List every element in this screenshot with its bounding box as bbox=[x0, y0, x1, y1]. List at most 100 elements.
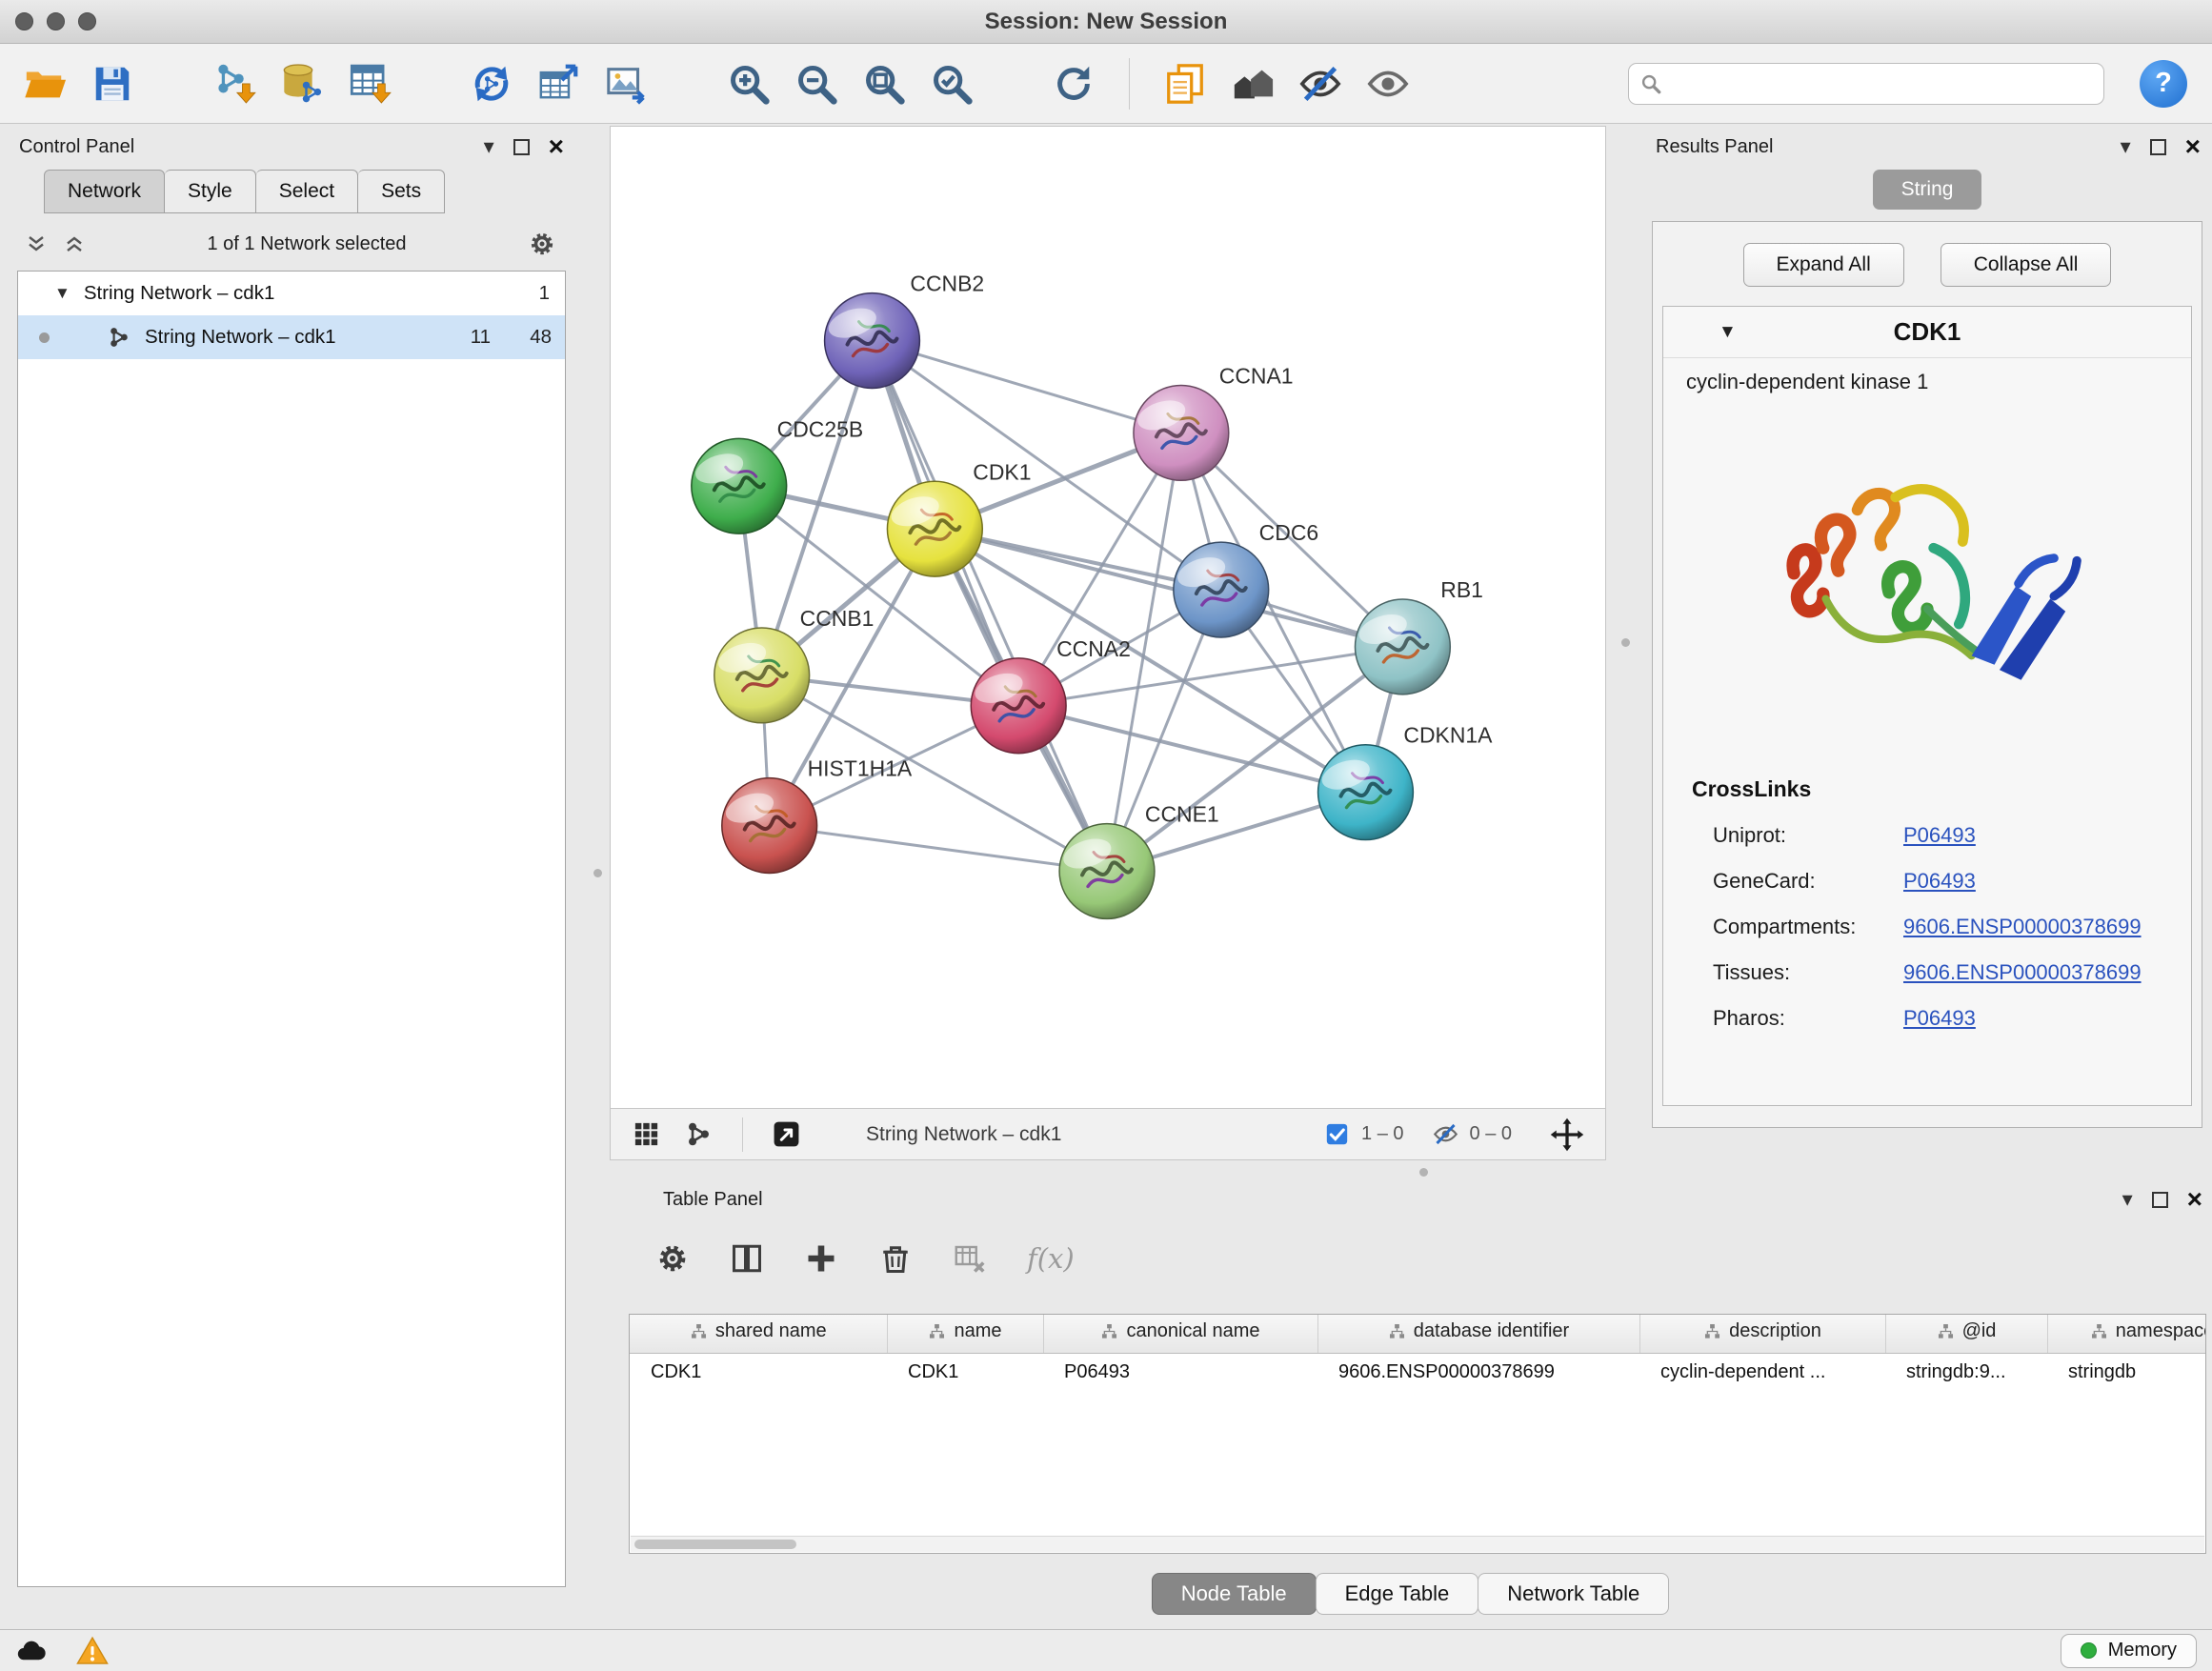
network-node-cdc6[interactable] bbox=[1174, 542, 1269, 637]
hide-selected-button[interactable] bbox=[1293, 52, 1348, 115]
horizontal-scrollbar[interactable] bbox=[631, 1536, 2204, 1552]
network-node-hist1h1a[interactable] bbox=[722, 778, 817, 874]
network-canvas[interactable]: CCNB2CCNA1CDC25BCDK1CDC6RB1CCNB1CCNA2CDK… bbox=[611, 127, 1605, 1108]
network-node-rb1[interactable] bbox=[1355, 599, 1450, 695]
left-splitter-handle[interactable] bbox=[593, 869, 602, 877]
delete-column-button[interactable] bbox=[878, 1241, 913, 1276]
network-node-ccnb1[interactable] bbox=[714, 628, 810, 723]
network-view-toolbar: String Network – cdk1 1 – 0 0 – 0 bbox=[610, 1109, 1606, 1160]
tree-expanded-icon[interactable]: ▼ bbox=[54, 284, 70, 303]
zoom-out-button[interactable] bbox=[789, 52, 844, 115]
panel-float-icon[interactable]: ▾ bbox=[2122, 1189, 2133, 1210]
right-splitter-handle[interactable] bbox=[1621, 638, 1630, 647]
tab-node-table[interactable]: Node Table bbox=[1152, 1573, 1317, 1615]
table-cell[interactable]: cyclin-dependent ... bbox=[1639, 1353, 1885, 1391]
table-cell[interactable]: stringdb bbox=[2047, 1353, 2206, 1391]
network-node-ccna1[interactable] bbox=[1134, 385, 1229, 480]
new-network-from-selection-button[interactable] bbox=[532, 52, 587, 115]
save-session-button[interactable] bbox=[85, 52, 140, 115]
panel-maximize-icon[interactable] bbox=[2150, 139, 2166, 155]
crosslink-link[interactable]: P06493 bbox=[1903, 1006, 1976, 1030]
collapse-all-icon[interactable] bbox=[25, 232, 48, 255]
zoom-in-button[interactable] bbox=[721, 52, 776, 115]
gear-icon[interactable] bbox=[528, 230, 556, 258]
network-node-cdc25b[interactable] bbox=[692, 438, 787, 534]
collapse-all-button[interactable]: Collapse All bbox=[1941, 243, 2112, 287]
zoom-selected-button[interactable] bbox=[924, 52, 979, 115]
scrollbar-thumb[interactable] bbox=[634, 1540, 796, 1549]
move-crosshair-icon[interactable] bbox=[1550, 1117, 1584, 1152]
create-column-button[interactable] bbox=[804, 1241, 838, 1276]
column-header--id[interactable]: @id bbox=[1885, 1315, 2047, 1353]
network-node-cdkn1a[interactable] bbox=[1318, 745, 1414, 840]
import-network-from-file-button[interactable] bbox=[207, 52, 262, 115]
table-cell[interactable]: 9606.ENSP00000378699 bbox=[1317, 1353, 1639, 1391]
horizontal-splitter-handle[interactable] bbox=[1419, 1168, 1428, 1177]
column-type-icon bbox=[690, 1322, 708, 1340]
birds-eye-view-button[interactable] bbox=[772, 1119, 801, 1149]
crosslink-link[interactable]: 9606.ENSP00000378699 bbox=[1903, 915, 2142, 938]
crosslink-link[interactable]: 9606.ENSP00000378699 bbox=[1903, 960, 2142, 984]
section-collapse-icon[interactable]: ▼ bbox=[1719, 322, 1737, 343]
trash-icon bbox=[878, 1241, 913, 1276]
table-settings-button[interactable] bbox=[655, 1241, 690, 1276]
network-tree: ▼ String Network – cdk1 1 String Network… bbox=[17, 271, 566, 1587]
network-node-cdk1[interactable] bbox=[887, 481, 982, 576]
table-cell[interactable]: CDK1 bbox=[887, 1353, 1043, 1391]
expand-all-button[interactable]: Expand All bbox=[1743, 243, 1904, 287]
panel-close-icon[interactable]: × bbox=[2185, 133, 2201, 160]
network-row-selected[interactable]: String Network – cdk1 11 48 bbox=[18, 315, 565, 359]
selected-checkbox-icon[interactable] bbox=[1324, 1121, 1350, 1147]
tab-sets[interactable]: Sets bbox=[358, 170, 445, 213]
home-button[interactable] bbox=[1225, 52, 1280, 115]
table-row[interactable]: CDK1CDK1P064939606.ENSP00000378699cyclin… bbox=[630, 1353, 2206, 1391]
expand-all-icon[interactable] bbox=[63, 232, 86, 255]
apply-layout-button[interactable] bbox=[1046, 52, 1101, 115]
panel-maximize-icon[interactable] bbox=[513, 139, 530, 155]
panel-maximize-icon[interactable] bbox=[2152, 1192, 2168, 1208]
hidden-eye-icon[interactable] bbox=[1433, 1121, 1458, 1147]
show-all-button[interactable] bbox=[1360, 52, 1416, 115]
zoom-fit-button[interactable] bbox=[856, 52, 912, 115]
import-table-from-file-button[interactable] bbox=[342, 52, 397, 115]
export-image-button[interactable] bbox=[599, 52, 654, 115]
grid-view-button[interactable] bbox=[632, 1119, 661, 1149]
tab-network[interactable]: Network bbox=[44, 170, 165, 213]
new-network-button[interactable] bbox=[464, 52, 519, 115]
column-header-namespace[interactable]: namespace bbox=[2047, 1315, 2206, 1353]
tab-edge-table[interactable]: Edge Table bbox=[1316, 1573, 1479, 1615]
cloud-status-button[interactable] bbox=[15, 1635, 48, 1667]
network-node-ccne1[interactable] bbox=[1059, 824, 1155, 919]
panel-close-icon[interactable]: × bbox=[549, 133, 564, 160]
search-input[interactable] bbox=[1670, 72, 2092, 94]
network-collection-row[interactable]: ▼ String Network – cdk1 1 bbox=[18, 272, 565, 315]
table-cell[interactable]: stringdb:9... bbox=[1885, 1353, 2047, 1391]
column-header-shared-name[interactable]: shared name bbox=[630, 1315, 887, 1353]
copy-document-button[interactable] bbox=[1157, 52, 1213, 115]
panel-float-icon[interactable]: ▾ bbox=[2121, 136, 2131, 157]
network-node-ccna2[interactable] bbox=[971, 658, 1066, 754]
column-header-database-identifier[interactable]: database identifier bbox=[1317, 1315, 1639, 1353]
column-header-name[interactable]: name bbox=[887, 1315, 1043, 1353]
tab-string[interactable]: String bbox=[1873, 170, 1982, 210]
tab-select[interactable]: Select bbox=[256, 170, 358, 213]
panel-float-icon[interactable]: ▾ bbox=[484, 136, 494, 157]
crosslink-link[interactable]: P06493 bbox=[1903, 869, 1976, 893]
network-overview-button[interactable] bbox=[684, 1119, 714, 1149]
open-session-button[interactable] bbox=[17, 52, 72, 115]
tab-style[interactable]: Style bbox=[165, 170, 256, 213]
gene-section-header[interactable]: ▼ CDK1 bbox=[1663, 307, 2191, 358]
table-cell[interactable]: P06493 bbox=[1043, 1353, 1317, 1391]
panel-close-icon[interactable]: × bbox=[2187, 1186, 2202, 1213]
memory-button[interactable]: Memory bbox=[2061, 1634, 2197, 1668]
import-network-from-database-button[interactable] bbox=[274, 52, 330, 115]
crosslink-link[interactable]: P06493 bbox=[1903, 823, 1976, 847]
network-node-ccnb2[interactable] bbox=[825, 293, 920, 389]
help-button[interactable]: ? bbox=[2140, 60, 2187, 108]
table-cell[interactable]: CDK1 bbox=[630, 1353, 887, 1391]
column-header-description[interactable]: description bbox=[1639, 1315, 1885, 1353]
column-header-canonical-name[interactable]: canonical name bbox=[1043, 1315, 1317, 1353]
tab-network-table[interactable]: Network Table bbox=[1478, 1573, 1669, 1615]
show-columns-button[interactable] bbox=[730, 1241, 764, 1276]
warnings-button[interactable] bbox=[76, 1635, 109, 1667]
